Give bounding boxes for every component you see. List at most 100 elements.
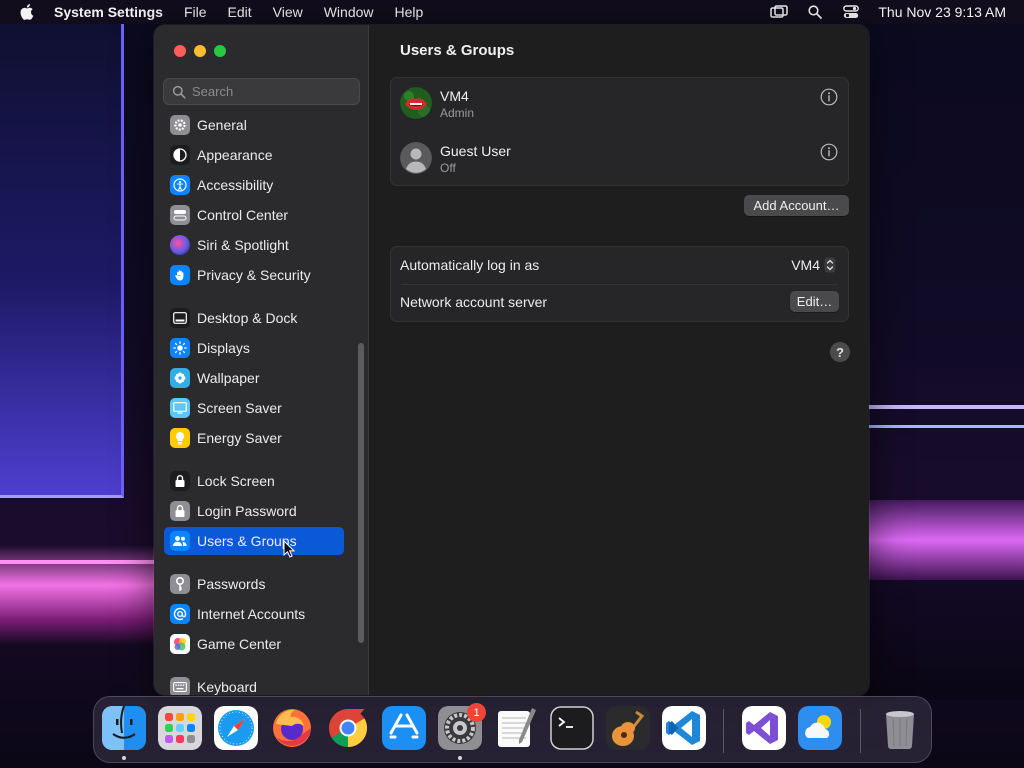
sidebar-item-control-center[interactable]: Control Center bbox=[164, 201, 344, 229]
divider bbox=[401, 284, 838, 285]
info-icon[interactable] bbox=[820, 88, 838, 106]
dock-app-store-icon[interactable] bbox=[382, 706, 426, 750]
dock-visual-studio-icon[interactable] bbox=[742, 706, 786, 750]
wallpaper-shade-right bbox=[864, 580, 1024, 700]
dock-running-indicator bbox=[122, 756, 126, 760]
dock-vscode-icon[interactable] bbox=[662, 706, 706, 750]
window-controls bbox=[174, 45, 226, 57]
spotlight-search-icon[interactable] bbox=[806, 3, 824, 21]
sidebar-item-appearance[interactable]: Appearance bbox=[164, 141, 344, 169]
dock-separator bbox=[723, 709, 724, 753]
sidebar-item-label: Privacy & Security bbox=[197, 267, 311, 283]
zoom-window-button[interactable] bbox=[214, 45, 226, 57]
dock-weather-icon[interactable] bbox=[798, 706, 842, 750]
sidebar-item-keyboard[interactable]: Keyboard bbox=[164, 673, 344, 695]
screen-mirroring-icon[interactable] bbox=[770, 3, 789, 21]
accessibility-icon bbox=[170, 175, 190, 195]
control-center-icon bbox=[170, 205, 190, 225]
sidebar-item-label: Appearance bbox=[197, 147, 273, 163]
sidebar-item-label: Desktop & Dock bbox=[197, 310, 298, 326]
user-row-guest[interactable]: Guest User Off bbox=[391, 133, 848, 188]
sidebar-item-general[interactable]: General bbox=[164, 111, 344, 139]
sidebar-item-label: Lock Screen bbox=[197, 473, 275, 489]
sidebar-item-label: Passwords bbox=[197, 576, 266, 592]
login-settings: Automatically log in as VM4 Network acco… bbox=[390, 246, 849, 322]
menu-app-name[interactable]: System Settings bbox=[54, 4, 163, 20]
help-button[interactable]: ? bbox=[830, 342, 850, 362]
chevron-updown-icon bbox=[824, 257, 836, 273]
user-role: Admin bbox=[440, 106, 475, 120]
auto-login-value: VM4 bbox=[791, 257, 820, 273]
menu-file[interactable]: File bbox=[184, 4, 207, 20]
menu-edit[interactable]: Edit bbox=[228, 4, 252, 20]
menu-help[interactable]: Help bbox=[395, 4, 424, 20]
search-field[interactable] bbox=[163, 78, 360, 105]
menu-window[interactable]: Window bbox=[324, 4, 374, 20]
wallpaper-band-right-2 bbox=[864, 425, 1024, 428]
user-name: Guest User bbox=[440, 143, 511, 159]
keyboard-icon bbox=[170, 677, 190, 695]
search-input[interactable] bbox=[192, 84, 342, 99]
sidebar-item-displays[interactable]: Displays bbox=[164, 334, 344, 362]
user-status: Off bbox=[440, 161, 456, 175]
at-icon bbox=[170, 604, 190, 624]
gear-icon bbox=[170, 115, 190, 135]
sidebar-item-privacy-security[interactable]: Privacy & Security bbox=[164, 261, 344, 289]
guest-avatar-icon bbox=[400, 142, 432, 174]
lock-screen-icon bbox=[170, 471, 190, 491]
sidebar-item-accessibility[interactable]: Accessibility bbox=[164, 171, 344, 199]
control-center-icon[interactable] bbox=[842, 3, 860, 21]
sidebar-item-wallpaper[interactable]: Wallpaper bbox=[164, 364, 344, 392]
lightbulb-icon bbox=[170, 428, 190, 448]
menu-bar: System Settings File Edit View Window He… bbox=[0, 0, 1024, 24]
page-title: Users & Groups bbox=[400, 42, 515, 59]
dock-separator bbox=[860, 709, 861, 753]
dock-terminal-icon[interactable] bbox=[550, 706, 594, 750]
close-window-button[interactable] bbox=[174, 45, 186, 57]
add-account-button[interactable]: Add Account… bbox=[744, 195, 849, 216]
siri-icon bbox=[170, 235, 190, 255]
sidebar-item-label: Control Center bbox=[197, 207, 289, 223]
dock-finder-icon[interactable] bbox=[102, 706, 146, 750]
edit-network-server-button[interactable]: Edit… bbox=[790, 291, 839, 312]
sidebar-item-energy-saver[interactable]: Energy Saver bbox=[164, 424, 344, 452]
sidebar-item-desktop-dock[interactable]: Desktop & Dock bbox=[164, 304, 344, 332]
sidebar-item-label: Wallpaper bbox=[197, 370, 260, 386]
auto-login-popup[interactable]: VM4 bbox=[791, 255, 836, 275]
apple-menu-icon[interactable] bbox=[18, 3, 36, 21]
notification-badge: 1 bbox=[467, 703, 486, 722]
sidebar-item-internet-accounts[interactable]: Internet Accounts bbox=[164, 600, 344, 628]
sidebar-item-login-password[interactable]: Login Password bbox=[164, 497, 344, 525]
sidebar-item-users-groups[interactable]: Users & Groups bbox=[164, 527, 344, 555]
sidebar-item-label: Users & Groups bbox=[197, 533, 297, 549]
user-row-vm4[interactable]: VM4 Admin bbox=[391, 78, 848, 133]
dock-chrome-icon[interactable] bbox=[326, 706, 370, 750]
avatar bbox=[400, 87, 432, 119]
sidebar-item-lock-screen[interactable]: Lock Screen bbox=[164, 467, 344, 495]
sidebar-item-siri-spotlight[interactable]: Siri & Spotlight bbox=[164, 231, 344, 259]
wallpaper-line-left bbox=[0, 560, 160, 564]
sidebar-item-label: General bbox=[197, 117, 247, 133]
sidebar-scrollbar[interactable] bbox=[358, 343, 364, 643]
sidebar-item-screen-saver[interactable]: Screen Saver bbox=[164, 394, 344, 422]
dock-firefox-icon[interactable] bbox=[270, 706, 314, 750]
sidebar-item-passwords[interactable]: Passwords bbox=[164, 570, 344, 598]
dock-icon bbox=[170, 308, 190, 328]
minimize-window-button[interactable] bbox=[194, 45, 206, 57]
dock-safari-icon[interactable] bbox=[214, 706, 258, 750]
sidebar-item-label: Energy Saver bbox=[197, 430, 282, 446]
menu-clock[interactable]: Thu Nov 23 9:13 AM bbox=[878, 4, 1006, 20]
dock-launchpad-icon[interactable] bbox=[158, 706, 202, 750]
sidebar: General Appearance Accessibility bbox=[154, 25, 369, 695]
wallpaper-glow-right bbox=[864, 500, 1024, 580]
wallpaper-band-right bbox=[864, 405, 1024, 409]
sidebar-item-label: Game Center bbox=[197, 636, 282, 652]
menu-view[interactable]: View bbox=[273, 4, 303, 20]
sidebar-item-game-center[interactable]: Game Center bbox=[164, 630, 344, 658]
dock-textedit-icon[interactable] bbox=[494, 706, 538, 750]
dock-garageband-icon[interactable] bbox=[606, 706, 650, 750]
info-icon[interactable] bbox=[820, 143, 838, 161]
lock-icon bbox=[170, 501, 190, 521]
dock-trash-icon[interactable] bbox=[878, 706, 922, 750]
network-server-label: Network account server bbox=[400, 294, 548, 310]
